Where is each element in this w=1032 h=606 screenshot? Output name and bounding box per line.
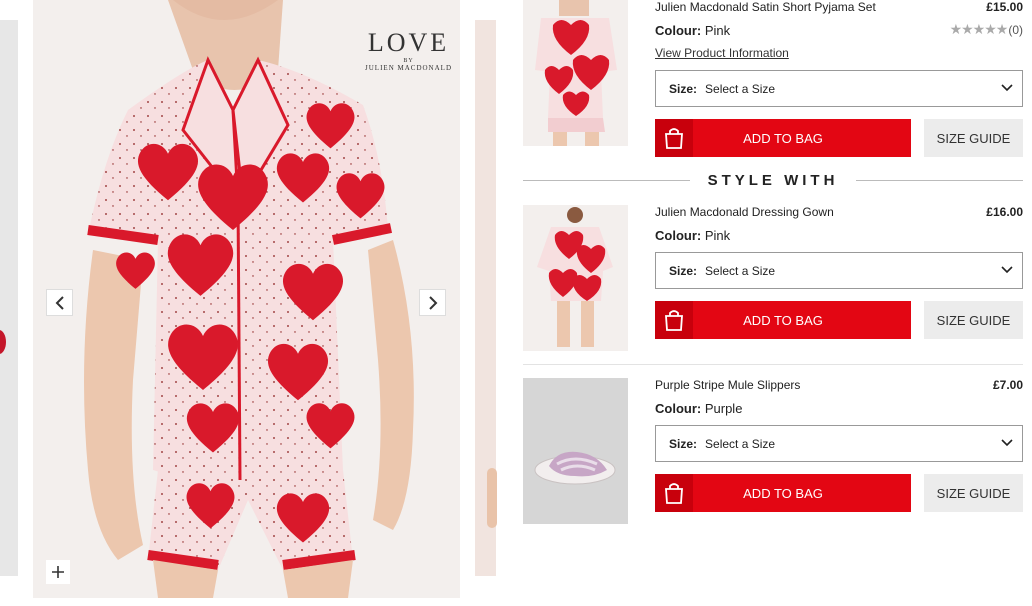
product-thumbnail[interactable] <box>523 0 628 146</box>
main-product-image[interactable]: LOVE BY JULIEN MACDONALD <box>33 0 460 598</box>
add-to-bag-label: ADD TO BAG <box>743 312 823 328</box>
colour-value: Pink <box>704 23 731 38</box>
previous-image-peek[interactable] <box>0 20 18 576</box>
product-name[interactable]: Julien Macdonald Dressing Gown <box>655 205 1023 219</box>
product-page: LOVE BY JULIEN MACDONALD Julien Macdonal… <box>0 0 1032 606</box>
rating-count: (0) <box>1008 22 1023 37</box>
colour-value: Purple <box>704 401 743 416</box>
add-to-bag-button[interactable]: ADD TO BAG <box>655 474 911 512</box>
style-with-heading: STYLE WITH <box>523 168 1024 192</box>
brand-logo: LOVE BY JULIEN MACDONALD <box>365 28 452 72</box>
product-info: Julien Macdonald Dressing Gown £16.00 Co… <box>655 205 1023 339</box>
size-guide-button[interactable]: SIZE GUIDE <box>924 474 1023 512</box>
zoom-button[interactable] <box>46 560 70 584</box>
plus-icon <box>52 566 64 578</box>
size-select[interactable]: Size: Select a Size <box>655 70 1023 107</box>
chevron-down-icon <box>1001 84 1013 92</box>
next-image-peek[interactable] <box>475 20 497 576</box>
product-info: Julien Macdonald Satin Short Pyjama Set … <box>655 0 1023 157</box>
size-select[interactable]: Size: Select a Size <box>655 425 1023 462</box>
chevron-down-icon <box>1001 266 1013 274</box>
product-divider <box>523 364 1023 365</box>
size-select[interactable]: Size: Select a Size <box>655 252 1023 289</box>
star-icon: ★★★★★ <box>949 21 1009 37</box>
previous-image-button[interactable] <box>46 289 73 316</box>
add-to-bag-button[interactable]: ADD TO BAG <box>655 301 911 339</box>
size-guide-button[interactable]: SIZE GUIDE <box>924 301 1023 339</box>
product-price: £15.00 <box>986 0 1023 14</box>
size-label: Size: <box>669 81 698 96</box>
add-to-bag-label: ADD TO BAG <box>743 485 823 501</box>
divider-line <box>856 179 1024 181</box>
next-image-button[interactable] <box>419 289 446 316</box>
colour-label: Colour: <box>655 23 702 38</box>
brand-logo-name: JULIEN MACDONALD <box>365 64 452 72</box>
size-label: Size: <box>669 436 698 451</box>
product-price: £7.00 <box>992 378 1023 392</box>
product-name[interactable]: Purple Stripe Mule Slippers <box>655 378 1023 392</box>
colour-value: Pink <box>704 228 731 243</box>
size-value: Select a Size <box>705 263 776 278</box>
bag-icon <box>655 119 693 157</box>
product-thumbnail[interactable] <box>523 205 628 351</box>
add-to-bag-label: ADD TO BAG <box>743 130 823 146</box>
pyjama-model-image <box>33 0 460 598</box>
style-with-label: STYLE WITH <box>707 171 839 189</box>
brand-logo-love: LOVE <box>367 28 450 57</box>
product-thumbnail[interactable] <box>523 378 628 524</box>
product-colour: Colour: Purple <box>655 401 1023 416</box>
product-colour: Colour: Pink <box>655 228 1023 243</box>
divider-line <box>523 179 690 181</box>
size-label: Size: <box>669 263 698 278</box>
bag-icon <box>655 301 693 339</box>
chevron-left-icon <box>55 295 64 310</box>
size-guide-button[interactable]: SIZE GUIDE <box>924 119 1023 157</box>
colour-label: Colour: <box>655 401 702 416</box>
product-rating[interactable]: ★★★★★ (0) <box>950 21 1023 38</box>
product-name[interactable]: Julien Macdonald Satin Short Pyjama Set <box>655 0 1023 14</box>
chevron-right-icon <box>428 295 437 310</box>
bag-icon <box>655 474 693 512</box>
image-carousel: LOVE BY JULIEN MACDONALD <box>0 0 500 606</box>
view-product-link[interactable]: View Product Information <box>655 46 789 60</box>
colour-label: Colour: <box>655 228 702 243</box>
size-value: Select a Size <box>705 436 776 451</box>
chevron-down-icon <box>1001 439 1013 447</box>
product-info: Purple Stripe Mule Slippers £7.00 Colour… <box>655 378 1023 512</box>
product-price: £16.00 <box>986 205 1023 219</box>
size-value: Select a Size <box>705 81 776 96</box>
add-to-bag-button[interactable]: ADD TO BAG <box>655 119 911 157</box>
